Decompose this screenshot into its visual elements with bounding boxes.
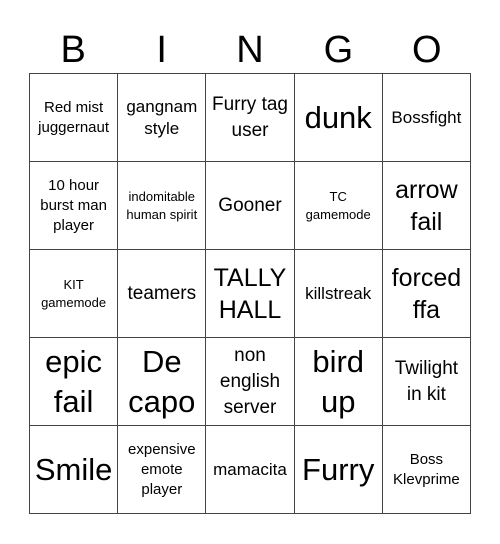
cell-text: epic fail — [45, 343, 103, 419]
cell-text: 10 hour burst man player — [40, 176, 107, 234]
cell-text: Gooner — [218, 194, 282, 216]
bingo-cell[interactable]: De capo — [118, 338, 207, 426]
bingo-cell[interactable]: Smile — [30, 426, 119, 514]
cell-text: TC gamemode — [305, 188, 371, 222]
bingo-cell[interactable]: Twilight in kit — [382, 338, 471, 426]
cell-text: Red mist juggernaut — [38, 98, 110, 136]
cell-text: Smile — [34, 451, 113, 487]
cell-text: Bossfight — [391, 107, 462, 127]
cell-text: dunk — [304, 99, 372, 135]
bingo-cell[interactable]: killstreak — [294, 250, 383, 338]
bingo-cell[interactable]: dunk — [294, 74, 383, 162]
cell-text: TALLY HALL — [213, 263, 287, 324]
bingo-cell[interactable]: epic fail — [30, 338, 119, 426]
cell-text: KIT gamemode — [41, 276, 107, 310]
cell-text: non english server — [219, 344, 281, 418]
cell-text: Twilight in kit — [394, 357, 459, 405]
bingo-cell[interactable]: Gooner — [206, 162, 295, 250]
bingo-cell[interactable]: expensive emote player — [118, 426, 207, 514]
header-letter-i: I — [156, 29, 167, 71]
cell-text: indomitable human spirit — [126, 188, 198, 222]
cell-text: De capo — [128, 343, 196, 419]
header-letter-g: G — [323, 29, 354, 71]
bingo-cell[interactable]: non english server — [206, 338, 295, 426]
cell-text: mamacita — [213, 459, 287, 479]
bingo-cell[interactable]: teamers — [118, 250, 207, 338]
cell-text: killstreak — [305, 283, 372, 303]
bingo-cell[interactable]: 10 hour burst man player — [30, 162, 119, 250]
cell-text: expensive emote player — [128, 440, 196, 498]
bingo-cell[interactable]: Furry — [294, 426, 383, 514]
bingo-cell[interactable]: Red mist juggernaut — [30, 74, 119, 162]
bingo-cell[interactable]: mamacita — [206, 426, 295, 514]
cell-text: gangnam style — [126, 96, 198, 138]
bingo-header: B I N G O — [29, 28, 471, 72]
bingo-cell[interactable]: gangnam style — [118, 74, 207, 162]
bingo-board: Red mist juggernaut gangnam style Furry … — [29, 73, 471, 514]
header-letter-o: O — [412, 29, 442, 71]
cell-text: teamers — [127, 282, 197, 304]
header-letter-n: N — [236, 29, 264, 71]
header-letter-b: B — [60, 29, 86, 71]
cell-text: arrow fail — [395, 175, 458, 236]
cell-text: Boss Klevprime — [393, 450, 460, 488]
bingo-cell[interactable]: TC gamemode — [294, 162, 383, 250]
bingo-cell[interactable]: Boss Klevprime — [382, 426, 471, 514]
cell-text: Furry — [302, 451, 375, 487]
bingo-cell[interactable]: KIT gamemode — [30, 250, 119, 338]
bingo-cell[interactable]: bird up — [294, 338, 383, 426]
bingo-cell[interactable]: arrow fail — [382, 162, 471, 250]
cell-text: forced ffa — [391, 263, 462, 324]
bingo-cell[interactable]: forced ffa — [382, 250, 471, 338]
bingo-cell[interactable]: TALLY HALL — [206, 250, 295, 338]
cell-text: bird up — [312, 343, 365, 419]
bingo-cell[interactable]: indomitable human spirit — [118, 162, 207, 250]
bingo-cell[interactable]: Bossfight — [382, 74, 471, 162]
cell-text: Furry tag user — [211, 93, 288, 141]
bingo-cell[interactable]: Furry tag user — [206, 74, 295, 162]
